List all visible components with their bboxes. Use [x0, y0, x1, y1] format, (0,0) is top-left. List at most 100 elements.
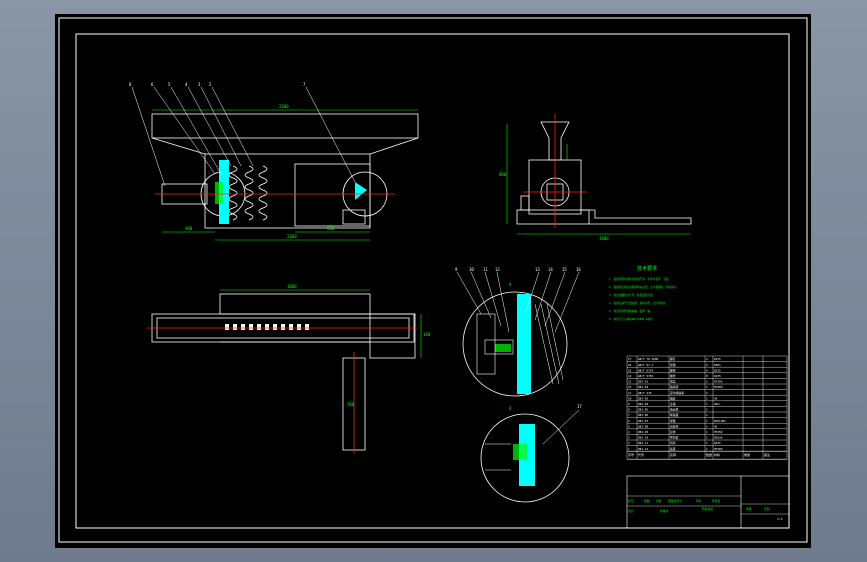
- tech-note-4: 4. 装配后进行空载试验，运转平稳，无异常噪音。: [609, 301, 668, 305]
- callout-4: 4: [185, 82, 188, 87]
- cad-drawing-canvas: 2280 480 2260 600 8 6 5 4 3 2 7 1000 140…: [58, 17, 808, 543]
- parts-table-header-cell: 代号: [638, 452, 644, 457]
- parts-table-cell: HT250: [714, 430, 723, 434]
- parts-table-cell: GB/T 70-2000: [638, 357, 659, 361]
- parts-table-cell: 1: [706, 436, 708, 440]
- parts-table-cell: 缸体: [670, 430, 676, 434]
- parts-table-cell: ZBJ-05: [638, 408, 648, 412]
- parts-table-cell: 1: [628, 447, 630, 451]
- parts-table-header-cell: 备注: [764, 452, 770, 457]
- parts-table-header: 序号 代号 名称 数量 材料 重量 备注: [628, 452, 770, 457]
- callout-5: 5: [168, 82, 171, 87]
- title-block-cell: 分区: [656, 499, 662, 503]
- parts-table-cell: 6: [628, 419, 630, 423]
- plan-view[interactable]: [151, 293, 416, 451]
- parts-table-cell: 9: [628, 402, 630, 406]
- section-label-top: A: [509, 282, 512, 287]
- detail-callout-13: 13: [535, 267, 540, 272]
- title-block[interactable]: 标记 处数 分区 更改文件号 签名 年月日设计 标准化 阶段标记 重量 比例 1:5: [626, 475, 790, 529]
- parts-table-cell: 4: [706, 357, 708, 361]
- parts-table-cell: 4: [706, 368, 708, 372]
- parts-table-cell: 16: [628, 363, 632, 367]
- parts-table-cell: GB/T 276: [638, 391, 652, 395]
- detail-view-upper[interactable]: [462, 291, 568, 397]
- parts-table-cell: 螺栓: [670, 374, 676, 378]
- detail-view-lower[interactable]: [480, 413, 570, 503]
- parts-table-cell: 1: [706, 441, 708, 445]
- title-block-cell: 比例: [764, 507, 770, 511]
- detail-callout-15: 15: [562, 267, 567, 272]
- parts-table-cell: 1: [706, 419, 708, 423]
- parts-table-cell: 2: [706, 391, 708, 395]
- parts-table-cell: Q235: [714, 368, 721, 372]
- parts-table-cell: 1: [706, 447, 708, 451]
- parts-table-cell: 轴承座: [670, 385, 679, 389]
- plan-dim-right: 140: [423, 332, 431, 337]
- parts-table-cell: 深沟球轴承: [670, 391, 684, 395]
- outer-frame: [58, 17, 808, 543]
- cad-viewport[interactable]: 2280 480 2260 600 8 6 5 4 3 2 7 1000 140…: [55, 14, 811, 548]
- title-block-cell: 年月日: [712, 499, 721, 503]
- main-view-highlights: [215, 160, 367, 224]
- parts-table-cell: ZQSn6: [714, 436, 723, 440]
- parts-table-cell: ZBJ-12: [638, 447, 648, 451]
- parts-table-cell: Q235: [714, 374, 721, 378]
- main-leader-lines: [131, 86, 356, 187]
- parts-table-cell: 弹簧: [670, 419, 676, 423]
- parts-table-cell: 65Mn: [714, 363, 721, 367]
- parts-table-cell: 电动机: [670, 408, 679, 412]
- parts-table-cell: 1: [706, 413, 708, 417]
- parts-table-cell: ZBJ-04: [638, 402, 648, 406]
- parts-table-header-cell: 重量: [744, 452, 750, 457]
- parts-table-cell: 1: [706, 430, 708, 434]
- parts-table-cell: 45: [714, 396, 718, 400]
- parts-table-cell: ZBJ-03: [638, 396, 648, 400]
- parts-table-cell: 5: [628, 424, 630, 428]
- main-elevation-view[interactable]: [151, 113, 419, 229]
- parts-table-cell: ZBJ-02: [638, 385, 648, 389]
- main-dim-top: 2280: [279, 104, 289, 109]
- tech-note-5: 5. 外表面涂防锈漆两遍，面漆一遍。: [609, 309, 653, 313]
- side-view[interactable]: [516, 121, 692, 225]
- parts-table-cell: 11: [628, 391, 632, 395]
- detail-callout-11: 11: [483, 267, 488, 272]
- callout-3: 3: [198, 82, 201, 87]
- title-block-cell: 签名: [696, 499, 702, 503]
- parts-table-cell: 13: [628, 380, 632, 384]
- section-label-bottom: A: [509, 406, 512, 411]
- parts-table-cell: 垫圈: [670, 363, 676, 367]
- parts-table-cell: ZBJ-09: [638, 430, 648, 434]
- parts-table-cell: 3: [628, 436, 630, 440]
- parts-table-cell: 40Cr: [714, 402, 721, 406]
- parts-table-cell: ZBJ-06: [638, 413, 648, 417]
- parts-table-cell: 1: [706, 424, 708, 428]
- parts-table-cell: 1: [706, 402, 708, 406]
- parts-table-cell: 联轴器: [670, 413, 679, 417]
- parts-table-cell: 45: [714, 424, 718, 428]
- main-dim-bottom-left: 480: [185, 226, 193, 231]
- parts-table-cell: 2: [628, 441, 630, 445]
- parts-table-cell: 10: [628, 396, 632, 400]
- parts-table-cell: 1: [706, 396, 708, 400]
- parts-table-header-cell: 名称: [670, 452, 676, 457]
- parts-table-cell: ZBJ-11: [638, 441, 648, 445]
- parts-table-header-cell: 数量: [706, 452, 712, 457]
- parts-table-cell: 1: [706, 385, 708, 389]
- parts-table-cell: GB/T 97.1: [638, 363, 653, 367]
- parts-table-cell: HT200: [714, 380, 723, 384]
- parts-table[interactable]: 17 GB/T 70-2000 螺钉 4 Q23516 GB/T 97.1 垫圈 4 65Mn1…: [626, 355, 788, 460]
- parts-table-cell: ZBJ-08: [638, 424, 648, 428]
- parts-table-cell: 15: [628, 368, 632, 372]
- callout-2: 2: [209, 82, 212, 87]
- side-dim-left: 800: [499, 172, 507, 177]
- parts-table-cell: GB/T 5783: [638, 374, 653, 378]
- plan-dim-column: 780: [347, 402, 355, 407]
- title-block-cell: 设计: [628, 509, 634, 513]
- callout-8: 8: [129, 82, 132, 87]
- parts-table-cell: 4: [706, 363, 708, 367]
- parts-table-cell: 活塞杆: [670, 424, 679, 428]
- parts-table-cell: GB/T 6170: [638, 368, 653, 372]
- side-view-dimensions: [506, 124, 691, 235]
- parts-table-cell: 1: [706, 408, 708, 412]
- parts-table-cell: 8: [628, 408, 630, 412]
